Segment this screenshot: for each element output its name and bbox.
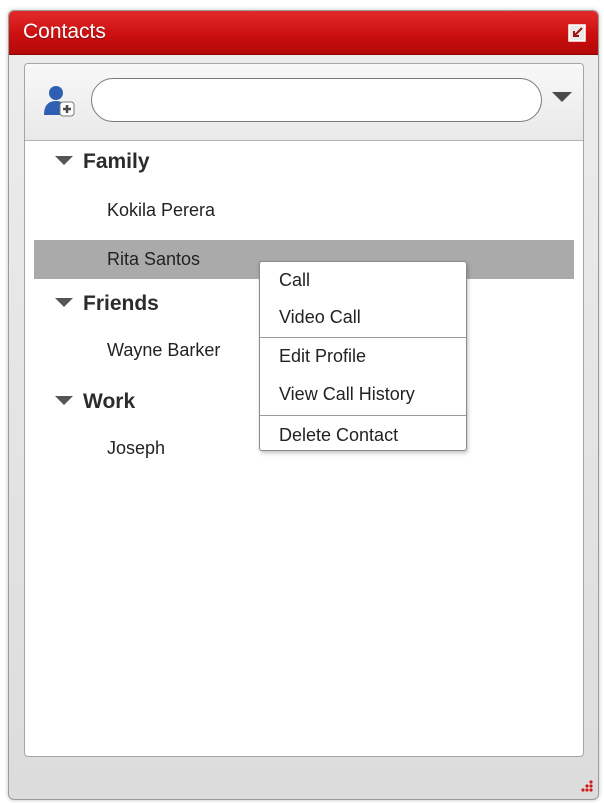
popout-icon[interactable] [568, 24, 586, 42]
toolbar [25, 64, 583, 141]
contact-item-selected[interactable]: Rita Santos [107, 249, 200, 270]
contact-item[interactable]: Joseph [107, 438, 165, 459]
group-label: Friends [83, 292, 159, 315]
group-work[interactable]: Work [55, 390, 135, 414]
expand-triangle-icon [55, 298, 73, 308]
dropdown-arrow-icon[interactable] [552, 92, 572, 102]
menu-separator [260, 337, 466, 338]
title-bar: Contacts [9, 11, 598, 55]
search-input[interactable] [91, 78, 542, 122]
menu-separator [260, 415, 466, 416]
status-bar [9, 763, 598, 799]
context-menu: Call Video Call Edit Profile View Call H… [259, 261, 467, 451]
menu-item-video-call[interactable]: Video Call [279, 307, 361, 328]
menu-item-edit-profile[interactable]: Edit Profile [279, 346, 366, 367]
contact-item[interactable]: Wayne Barker [107, 340, 220, 361]
group-friends[interactable]: Friends [55, 292, 159, 316]
expand-triangle-icon [55, 396, 73, 406]
window-title: Contacts [23, 20, 106, 43]
resize-grip-icon[interactable] [578, 779, 594, 795]
group-label: Work [83, 390, 136, 413]
group-family[interactable]: Family [55, 150, 150, 174]
menu-item-delete-contact[interactable]: Delete Contact [279, 425, 398, 446]
contact-item[interactable]: Kokila Perera [107, 200, 215, 221]
group-label: Family [83, 150, 150, 173]
add-contact-icon[interactable] [43, 84, 75, 118]
menu-item-call[interactable]: Call [279, 270, 310, 291]
expand-triangle-icon [55, 156, 73, 166]
menu-item-view-call-history[interactable]: View Call History [279, 384, 415, 405]
